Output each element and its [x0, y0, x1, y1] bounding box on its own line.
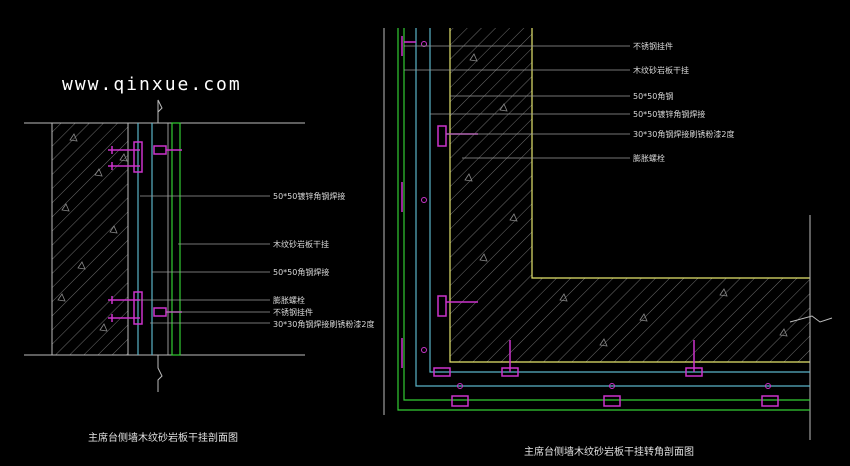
- left-label-4: 膨胀螺栓: [273, 295, 305, 305]
- left-section-drawing: 50*50镀锌角钢焊接 木纹砂岩板干挂 50*50角钢焊接 膨胀螺栓 不锈钢挂件…: [24, 99, 374, 444]
- left-label-6: 30*30角钢焊接刷锈粉漆2度: [273, 319, 374, 329]
- right-label-3: 50*50角钢: [633, 91, 673, 101]
- watermark-text: www.qinxue.com: [62, 74, 242, 95]
- left-label-3: 50*50角钢焊接: [273, 267, 329, 277]
- stone-panel: [171, 122, 181, 356]
- right-label-6: 膨胀螺栓: [633, 153, 665, 163]
- left-drawing-title: 主席台侧墙木纹砂岩板干挂剖面图: [88, 431, 238, 444]
- concrete-wall: [51, 122, 129, 356]
- right-label-4: 50*50镀锌角钢焊接: [633, 109, 705, 119]
- right-section-drawing: 不锈钢挂件 木纹砂岩板干挂 50*50角钢 50*50镀锌角钢焊接 30*30角…: [383, 28, 833, 458]
- section-drawings: www.qinxue.com 50*50镀锌角钢焊接 木纹砂岩板干挂 50*50…: [24, 28, 833, 458]
- concrete-corner: [450, 28, 810, 362]
- left-label-2: 木纹砂岩板干挂: [273, 239, 329, 249]
- right-label-2: 木纹砂岩板干挂: [633, 65, 689, 75]
- break-line-bottom: [157, 355, 163, 392]
- right-label-5: 30*30角钢焊接刷锈粉漆2度: [633, 129, 734, 139]
- right-drawing-title: 主席台侧墙木纹砂岩板干挂转角剖面图: [524, 445, 694, 458]
- break-line-top: [157, 99, 163, 123]
- right-label-1: 不锈钢挂件: [633, 41, 673, 51]
- cad-drawing-canvas: www.qinxue.com 50*50镀锌角钢焊接 木纹砂岩板干挂 50*50…: [0, 0, 850, 466]
- left-leader-lines: [140, 195, 270, 324]
- left-label-5: 不锈钢挂件: [273, 307, 313, 317]
- left-label-1: 50*50镀锌角钢焊接: [273, 191, 345, 201]
